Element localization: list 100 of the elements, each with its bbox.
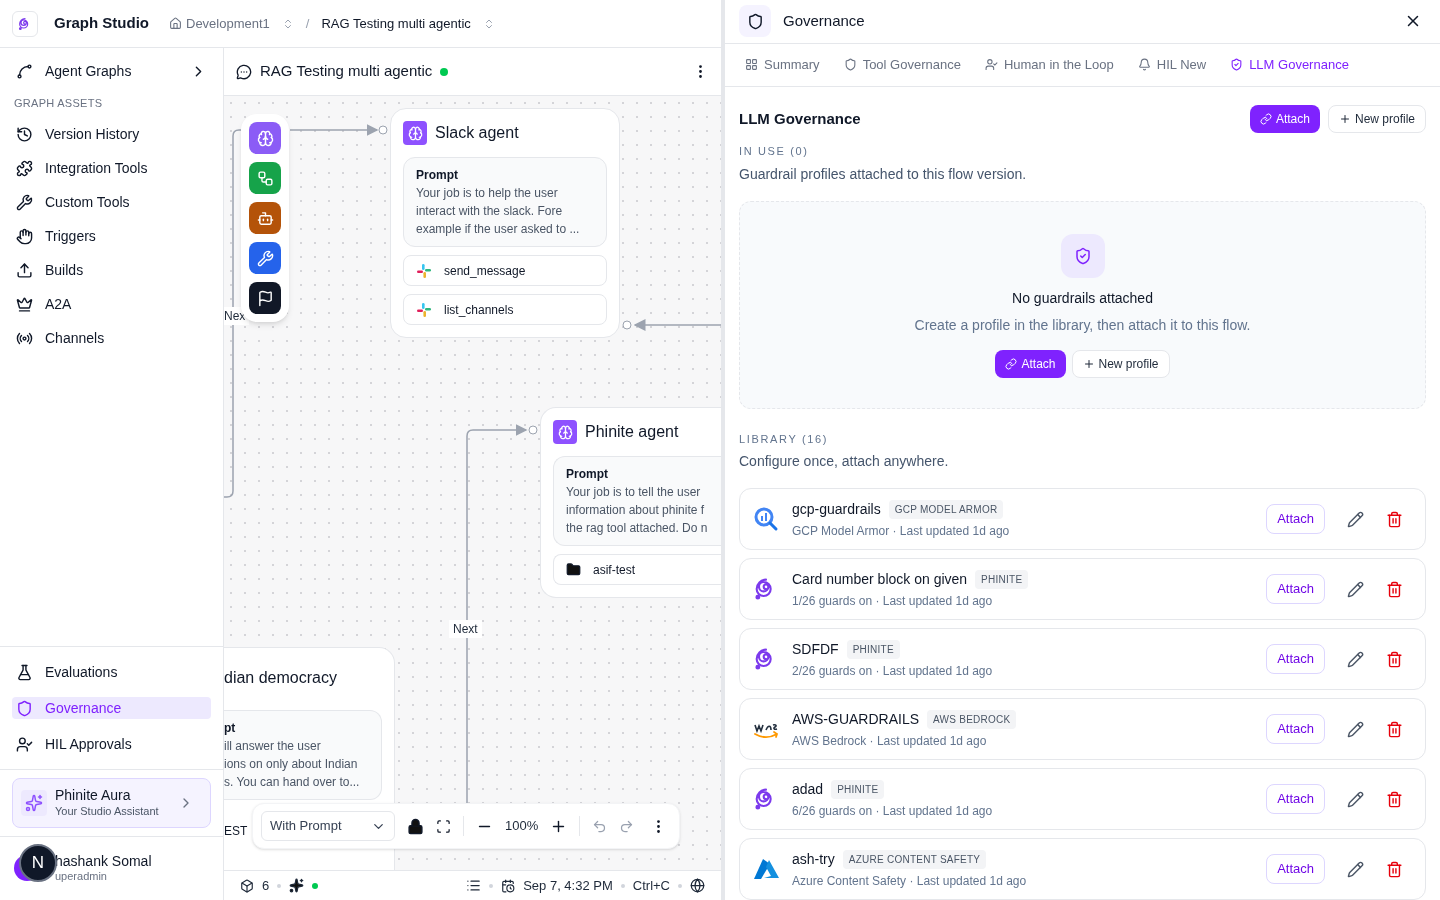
group-description: Configure once, attach anywhere. (739, 452, 950, 471)
plus-icon (1338, 113, 1351, 125)
list-icon[interactable] (466, 878, 482, 893)
profile-name: gcp-guardrails (792, 499, 881, 519)
trash-icon[interactable] (1386, 860, 1403, 878)
profile-meta: AWS Bedrock · Last updated 1d ago (792, 732, 988, 750)
chat-icon (236, 63, 252, 80)
shield-check-icon (1073, 246, 1092, 265)
sidebar-item[interactable]: Triggers (12, 219, 211, 254)
brain-icon (256, 129, 274, 147)
mode-select[interactable]: With Prompt (261, 811, 395, 841)
prompt-label: Prompt (566, 466, 609, 483)
provider-tag: PHINITE (831, 779, 885, 799)
undo-icon[interactable] (592, 818, 608, 834)
breadcrumb[interactable]: Development1 (169, 13, 294, 34)
group-label: LIBRARY (16) (739, 431, 830, 447)
zoom-level: 100% (505, 817, 539, 836)
slack-logo-icon (416, 262, 432, 279)
brain-node-button[interactable] (249, 122, 281, 154)
edit-icon[interactable] (1347, 580, 1364, 598)
sidebar-item[interactable]: Governance (12, 697, 211, 719)
trash-icon[interactable] (1386, 650, 1403, 668)
profile-name: adad (792, 779, 824, 799)
home-icon (169, 17, 182, 30)
calendar-icon (501, 878, 516, 893)
breadcrumb[interactable]: RAG Testing multi agentic (321, 13, 495, 34)
attach-button[interactable]: Attach (1266, 854, 1325, 884)
attach-button[interactable]: Attach (1266, 504, 1325, 534)
bell-icon (1137, 58, 1151, 72)
assistant-card[interactable]: Phinite Aura Your Studio Assistant (12, 778, 211, 828)
trash-icon[interactable] (1386, 510, 1403, 528)
edit-icon[interactable] (1347, 650, 1364, 668)
node-title: dian democracy (224, 668, 338, 688)
breadcrumb-separator: / (305, 14, 310, 33)
sparkles-icon (25, 794, 43, 812)
profile-meta: GCP Model Armor · Last updated 1d ago (792, 522, 1011, 540)
fullscreen-icon[interactable] (436, 818, 451, 834)
profile-meta: 6/26 guards on · Last updated 1d ago (792, 802, 994, 820)
attach-button[interactable]: Attach (995, 349, 1066, 378)
sidebar-item[interactable]: Integration Tools (12, 151, 211, 186)
tab[interactable]: Summary (745, 55, 820, 75)
edit-icon[interactable] (1347, 790, 1364, 808)
prompt-label: Prompt (416, 167, 459, 184)
redo-icon[interactable] (619, 818, 635, 834)
prompt-text: the rag tool attached. Do n (566, 520, 709, 537)
brain-icon (557, 424, 573, 440)
sidebar-item[interactable]: Custom Tools (12, 185, 211, 220)
flow-node-button[interactable] (249, 162, 281, 194)
flag-node-button[interactable] (249, 282, 281, 314)
app-name: Graph Studio (54, 13, 149, 34)
provider-tag: PHINITE (846, 639, 900, 659)
group-description: Guardrail profiles attached to this flow version. (739, 164, 1028, 184)
provider-tag: GCP MODEL ARMOR (888, 499, 1004, 519)
puzzle-icon (16, 160, 33, 177)
sidebar-item[interactable]: HIL Approvals (12, 733, 211, 755)
folder-icon (566, 562, 581, 577)
sidebar-item[interactable]: Builds (12, 253, 211, 288)
tab[interactable]: LLM Governance (1230, 55, 1349, 75)
attach-button[interactable]: Attach (1266, 784, 1325, 814)
user-check-icon (16, 735, 33, 753)
tab[interactable]: HIL New (1137, 55, 1207, 75)
agent-node[interactable]: Phinite agent Prompt Your job is to tell the user information about phinite f the rag tool attached. Do n asif-test (540, 407, 721, 598)
profile-meta: 2/26 guards on · Last updated 1d ago (792, 662, 994, 680)
edge-handle (622, 320, 632, 330)
prompt-label: pt (224, 720, 237, 737)
edit-icon[interactable] (1347, 860, 1364, 878)
dev-badge[interactable]: N (19, 844, 57, 882)
wrench-icon (16, 194, 33, 211)
sidebar-item[interactable]: Evaluations (12, 661, 211, 683)
lock-icon[interactable] (407, 817, 424, 835)
attach-button[interactable]: Attach (1266, 574, 1325, 604)
tab[interactable]: Human in the Loop (984, 55, 1114, 75)
attach-button[interactable]: Attach (1266, 644, 1325, 674)
sidebar-item[interactable]: A2A (12, 287, 211, 322)
agent-node[interactable]: Slack agent Prompt Your job is to help the user interact with the slack. Fore example if the user asked to ... send_message list_channels (390, 108, 620, 338)
bot-node-button[interactable] (249, 202, 281, 234)
globe-icon[interactable] (690, 878, 705, 893)
new-profile-button[interactable]: New profile (1327, 105, 1426, 133)
edit-icon[interactable] (1347, 510, 1364, 528)
sidebar-item[interactable]: Channels (12, 321, 211, 356)
prompt-text: information about phinite f (566, 502, 706, 519)
profile-name: Card number block on given (792, 569, 968, 589)
attach-button[interactable]: Attach (1249, 105, 1320, 133)
agent-graphs-item[interactable]: Agent Graphs (12, 51, 211, 91)
sparkles-icon[interactable] (289, 878, 305, 893)
profile-name: AWS-GUARDRAILS (792, 709, 920, 729)
attach-button[interactable]: Attach (1266, 714, 1325, 744)
trash-icon[interactable] (1386, 580, 1403, 598)
sidebar-item[interactable]: Version History (12, 117, 211, 152)
tab[interactable]: Tool Governance (843, 55, 961, 75)
new-profile-button[interactable]: New profile (1071, 349, 1170, 378)
tool-chip[interactable]: send_message (403, 255, 607, 286)
user-icon (984, 58, 998, 72)
graph-icon (16, 62, 33, 80)
trash-icon[interactable] (1386, 790, 1403, 808)
wrench-node-button[interactable] (249, 242, 281, 274)
tool-chip[interactable]: list_channels (403, 294, 607, 325)
shield-icon (16, 699, 33, 717)
trash-icon[interactable] (1386, 720, 1403, 738)
edit-icon[interactable] (1347, 720, 1364, 738)
